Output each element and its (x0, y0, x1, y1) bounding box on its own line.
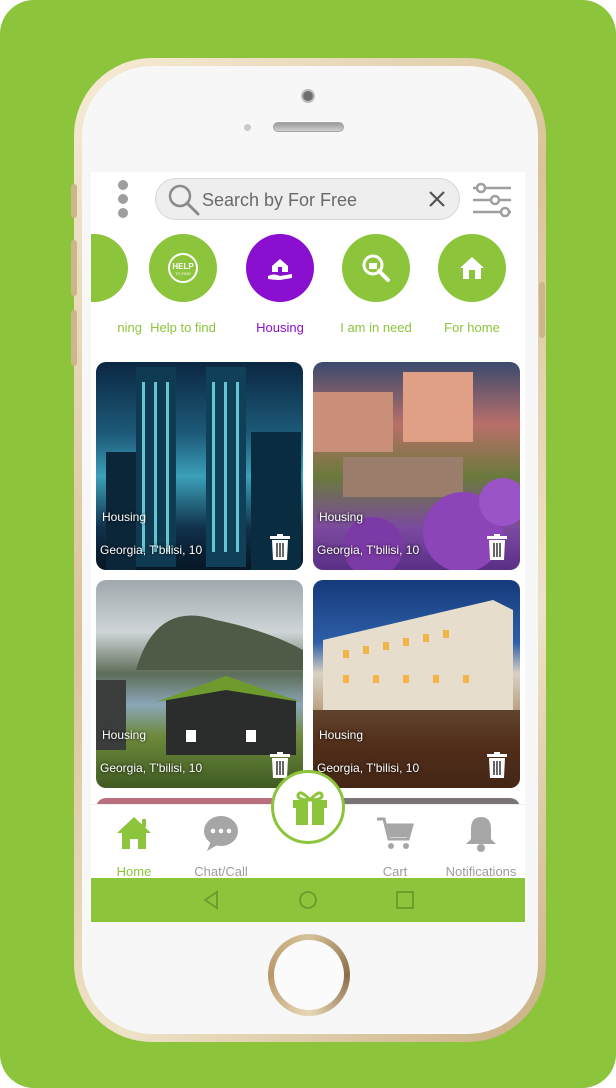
nav-label: Notifications (445, 864, 517, 879)
volume-up-button (71, 240, 77, 296)
more-menu-icon[interactable] (116, 180, 130, 220)
category-circle (342, 234, 410, 302)
mute-switch (71, 184, 77, 218)
listing-card[interactable]: Housing Georgia, T'bilisi, 10 (96, 362, 303, 570)
help-badge-icon: HELP TO FIND (168, 253, 198, 283)
trash-icon[interactable] (269, 534, 291, 560)
power-button (539, 282, 545, 338)
home-hardware-button[interactable] (268, 934, 350, 1016)
chat-bubble-icon (204, 816, 238, 851)
trash-icon[interactable] (486, 534, 508, 560)
app-screen: ning HELP TO FIND Help to find Housing (91, 172, 525, 922)
listing-type: Housing (102, 728, 147, 742)
android-navigation-bar (91, 878, 525, 922)
filter-sliders-icon[interactable] (471, 180, 513, 220)
search-bar[interactable] (155, 178, 460, 220)
listing-card[interactable]: Housing Georgia, T'bilisi, 10 (313, 580, 520, 788)
nav-chat-call[interactable]: Chat/Call (178, 813, 264, 879)
recents-square-icon[interactable] (395, 890, 415, 910)
category-label: Housing (256, 320, 304, 335)
earpiece-speaker (273, 122, 344, 132)
category-circle (91, 234, 128, 302)
category-circle: HELP TO FIND (149, 234, 217, 302)
volume-down-button (71, 310, 77, 366)
trash-icon[interactable] (269, 752, 291, 778)
listing-card[interactable]: Housing Georgia, T'bilisi, 10 (96, 580, 303, 788)
nav-label: Chat/Call (194, 864, 248, 879)
close-icon[interactable] (427, 189, 447, 209)
category-help-to-find[interactable]: HELP TO FIND Help to find (135, 234, 231, 335)
home-icon (460, 257, 484, 279)
listing-location: Georgia, T'bilisi, 10 (100, 761, 203, 775)
front-camera (301, 89, 315, 103)
category-for-home[interactable]: For home (424, 234, 520, 335)
listing-location: Georgia, T'bilisi, 10 (100, 543, 203, 557)
category-label: Help to find (150, 320, 216, 335)
listing-type: Housing (319, 728, 364, 742)
category-label: I am in need (340, 320, 412, 335)
house-hand-icon (268, 259, 292, 280)
nav-notifications[interactable]: Notifications (438, 813, 524, 879)
listing-card[interactable]: Housing Georgia, T'bilisi, 10 (313, 362, 520, 570)
listing-location: Georgia, T'bilisi, 10 (317, 761, 420, 775)
category-circle (438, 234, 506, 302)
back-triangle-icon[interactable] (201, 890, 221, 910)
proximity-sensor (244, 124, 251, 131)
trash-icon[interactable] (486, 752, 508, 778)
nav-label: Cart (382, 864, 408, 879)
listing-type: Housing (102, 510, 147, 524)
home-circle-icon[interactable] (298, 890, 318, 910)
gift-button[interactable] (271, 770, 345, 844)
nav-cart[interactable]: Cart (352, 813, 438, 879)
cart-icon (377, 817, 414, 849)
nav-label: Home (116, 864, 152, 879)
nav-home[interactable]: Home (91, 813, 177, 879)
category-carousel: ning HELP TO FIND Help to find Housing I… (91, 234, 525, 344)
search-input[interactable] (202, 185, 412, 215)
category-circle (246, 234, 314, 302)
gift-icon (293, 791, 327, 825)
category-label: For home (444, 320, 500, 335)
search-icon (168, 184, 200, 216)
home-icon (117, 817, 151, 849)
category-i-am-in-need[interactable]: I am in need (328, 234, 424, 335)
svg-text:HELP: HELP (172, 262, 194, 271)
listing-type: Housing (319, 510, 364, 524)
listing-location: Georgia, T'bilisi, 10 (317, 543, 420, 557)
category-housing[interactable]: Housing (232, 234, 328, 335)
bell-icon (466, 817, 496, 852)
magnifier-bag-icon (362, 254, 390, 282)
svg-text:TO FIND: TO FIND (175, 271, 191, 276)
